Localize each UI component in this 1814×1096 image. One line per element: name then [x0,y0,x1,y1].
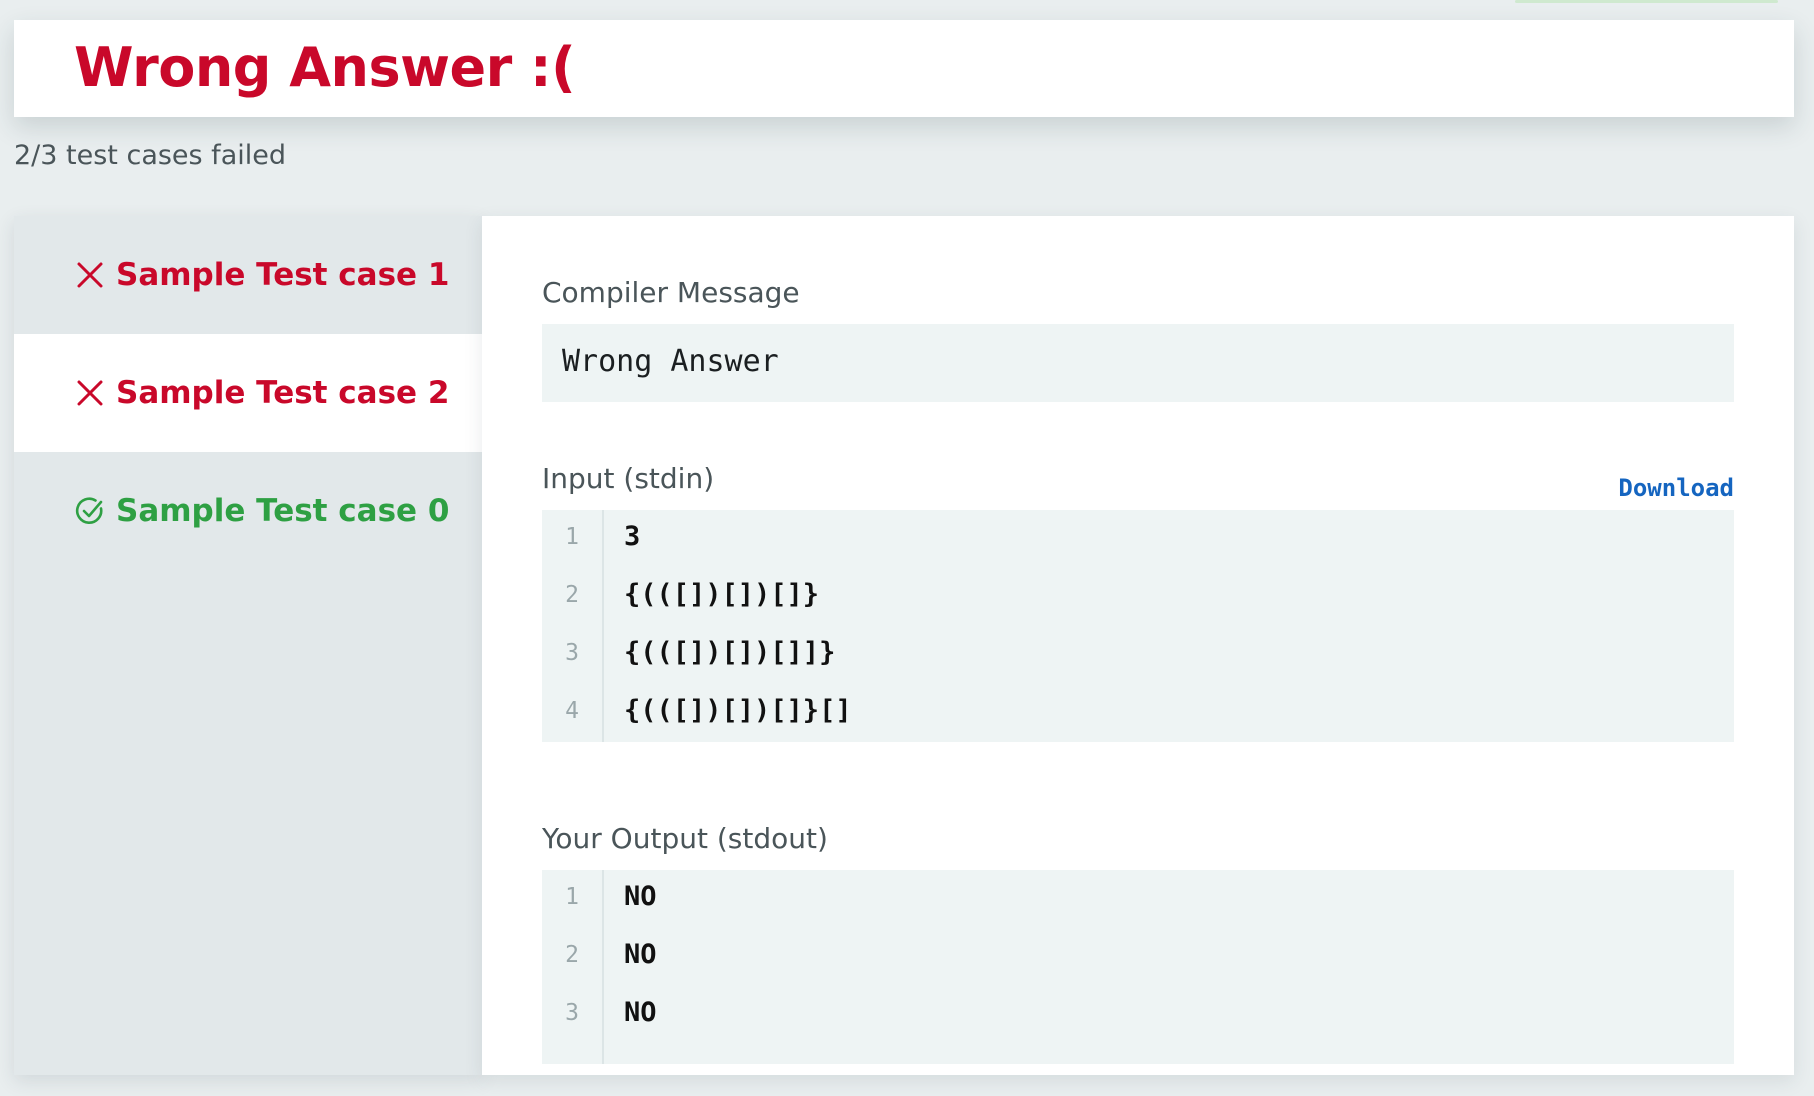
line-text: 3 [624,521,641,552]
output-code-box: 1 NO 2 NO 3 NO [542,870,1734,1064]
code-line: 1 NO [542,870,1734,928]
code-line: 2 {(([])[])[]} [542,568,1734,626]
code-line: 3 {(([])[])[]]} [542,626,1734,684]
compiler-message-text: Wrong Answer [562,344,779,379]
result-summary: 2/3 test cases failed [14,140,286,171]
test-case-detail-panel: Compiler Message Wrong Answer Input (std… [482,216,1794,1075]
line-text: NO [624,997,657,1028]
line-text: NO [624,881,657,912]
tab-label: Sample Test case 0 [116,493,450,529]
line-number: 4 [565,698,579,724]
test-case-sidebar: Sample Test case 1 Sample Test case 2 Sa… [14,216,482,1075]
line-text: {(([])[])[]}[] [624,695,852,726]
result-title: Wrong Answer :( [74,36,576,99]
line-number: 3 [565,640,579,666]
line-text: {(([])[])[]} [624,579,820,610]
compiler-message-box: Wrong Answer [542,324,1734,402]
tab-sample-test-case-1[interactable]: Sample Test case 1 [14,216,482,334]
line-number: 3 [565,1000,579,1026]
line-number: 2 [565,942,579,968]
code-line: 4 {(([])[])[]}[] [542,684,1734,742]
line-text: {(([])[])[]]} [624,637,836,668]
line-number: 1 [565,884,579,910]
close-x-icon [74,259,106,291]
compiler-message-label: Compiler Message [542,276,800,309]
code-line: 3 NO [542,986,1734,1044]
check-circle-icon [74,495,106,527]
top-accent-bar [1515,0,1778,3]
tab-sample-test-case-2[interactable]: Sample Test case 2 [14,334,482,452]
code-line: 1 3 [542,510,1734,568]
close-x-icon [74,377,106,409]
download-link[interactable]: Download [1618,474,1734,502]
input-code-box: 1 3 2 {(([])[])[]} 3 {(([])[])[]]} 4 {((… [542,510,1734,742]
output-label: Your Output (stdout) [542,822,828,855]
result-banner: Wrong Answer :( [14,20,1794,117]
code-line: 2 NO [542,928,1734,986]
line-text: NO [624,939,657,970]
tab-label: Sample Test case 1 [116,257,450,293]
line-number: 1 [565,524,579,550]
line-number: 2 [565,582,579,608]
input-label: Input (stdin) [542,462,715,495]
tab-label: Sample Test case 2 [116,375,450,411]
tab-sample-test-case-0[interactable]: Sample Test case 0 [14,452,482,570]
